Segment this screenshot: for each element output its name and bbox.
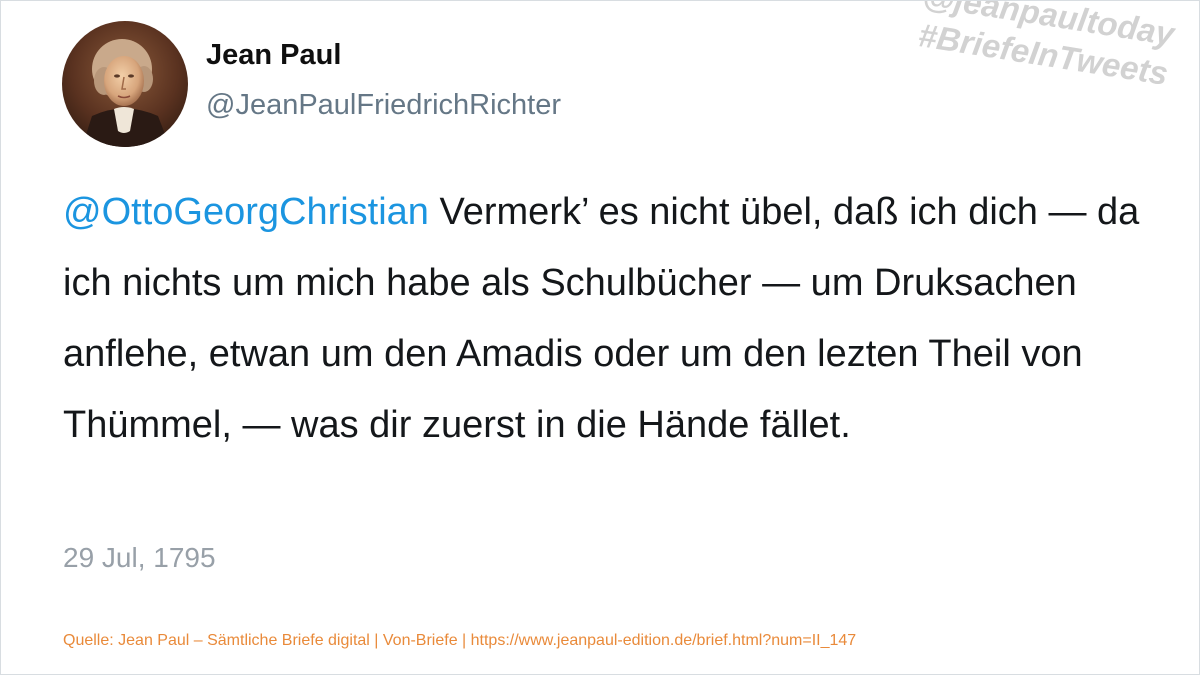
- tweet-date: 29 Jul, 1795: [63, 542, 216, 573]
- source-citation: Quelle: Jean Paul – Sämtliche Briefe dig…: [63, 632, 857, 649]
- portrait-avatar-icon: [62, 21, 188, 147]
- author-handle[interactable]: @JeanPaulFriedrichRichter: [206, 89, 561, 122]
- watermark: @jeanpaultoday #BriefeInTweets: [826, 1, 1177, 173]
- author-avatar[interactable]: [62, 21, 188, 147]
- author-display-name[interactable]: Jean Paul: [206, 39, 341, 72]
- tweet-text: @OttoGeorgChristian Vermerk’ es nicht üb…: [63, 177, 1143, 461]
- tweet-card: Jean Paul @JeanPaulFriedrichRichter @jea…: [0, 0, 1200, 675]
- tweet-mention-link[interactable]: @OttoGeorgChristian: [63, 191, 429, 233]
